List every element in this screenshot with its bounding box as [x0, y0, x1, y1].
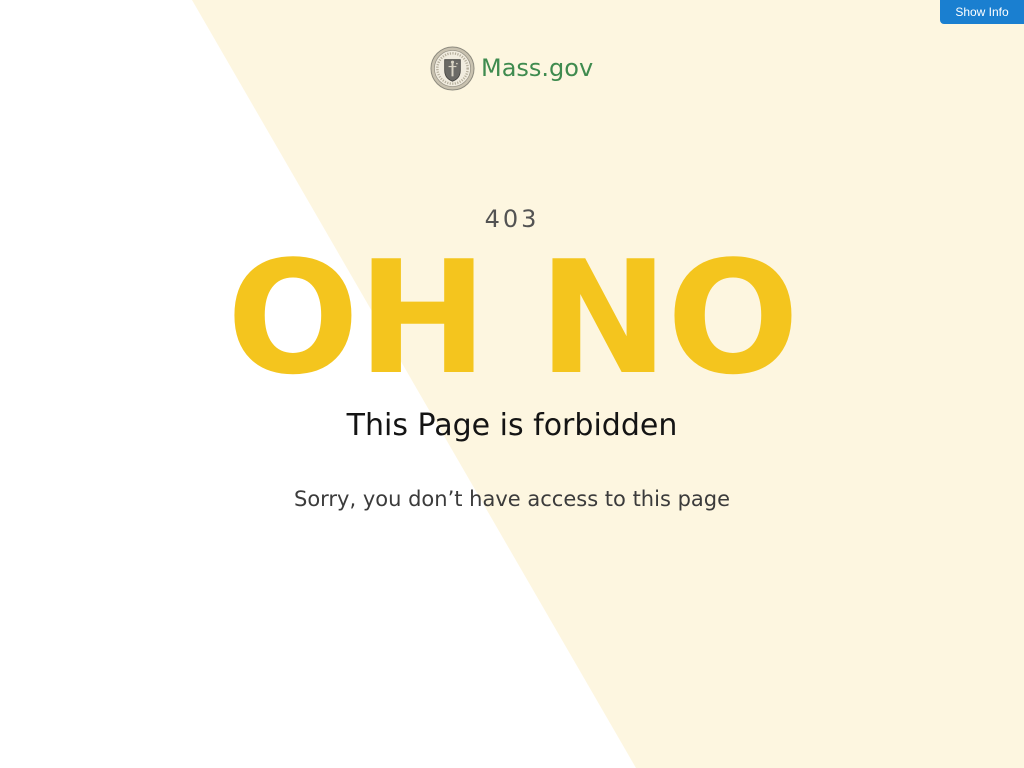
- show-info-button[interactable]: Show Info: [940, 0, 1024, 24]
- error-title: This Page is forbidden: [346, 408, 678, 443]
- mass-gov-logo-link[interactable]: Mass.gov: [430, 45, 593, 91]
- error-page: Show Info Mass.gov 403 OH NO This Page i…: [0, 0, 1024, 768]
- logo-text: Mass.gov: [481, 54, 594, 82]
- error-headline: OH NO: [226, 227, 800, 409]
- massachusetts-seal-icon: [430, 45, 475, 91]
- error-message: Sorry, you don’t have access to this pag…: [293, 487, 731, 511]
